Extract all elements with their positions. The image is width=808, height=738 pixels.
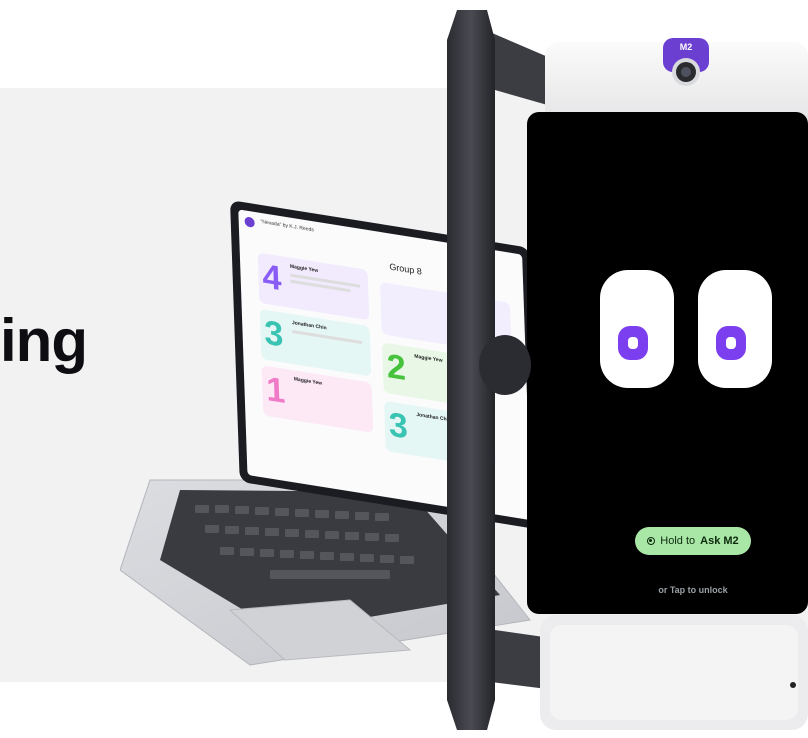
hold-to-ask-button[interactable]: Hold to Ask M2 [635,527,751,555]
left-eye [600,270,674,388]
tap-to-unlock-link[interactable]: or Tap to unlock [625,585,761,595]
group-title: Group 8 [389,261,423,277]
card-name: Maggie Yew [293,376,323,387]
left-pupil [618,326,648,360]
device-badge: M2 [669,40,703,58]
card-rank: 3 [263,313,284,355]
card-name: Maggie Yew [414,353,443,364]
card-name: Maggie Yew [289,263,319,275]
m2-device: M2 Hold to Ask M2 or Tap to unlock [445,0,808,738]
hold-button-prefix: Hold to [660,535,696,547]
card-rank: 4 [261,257,283,299]
leaderboard-card: 4 Maggie Yew [257,252,370,321]
right-pupil [716,326,746,360]
headline-text: ing [0,307,88,374]
card-rank: 2 [386,346,407,389]
card-rank: 1 [265,369,286,412]
card-rank: 3 [388,405,409,447]
card-text-line [292,329,363,345]
header-chip: "Nevada" by K.J. Reeds [260,218,314,234]
hold-button-emphasis: Ask M2 [700,535,739,547]
leaderboard-card: 1 Maggie Yew [261,365,374,433]
leaderboard-card: 3 Jonathan Chin [259,308,372,377]
right-eye [698,270,772,388]
app-logo [244,216,255,228]
record-icon [647,537,656,545]
card-name: Jonathan Chin [291,319,327,332]
